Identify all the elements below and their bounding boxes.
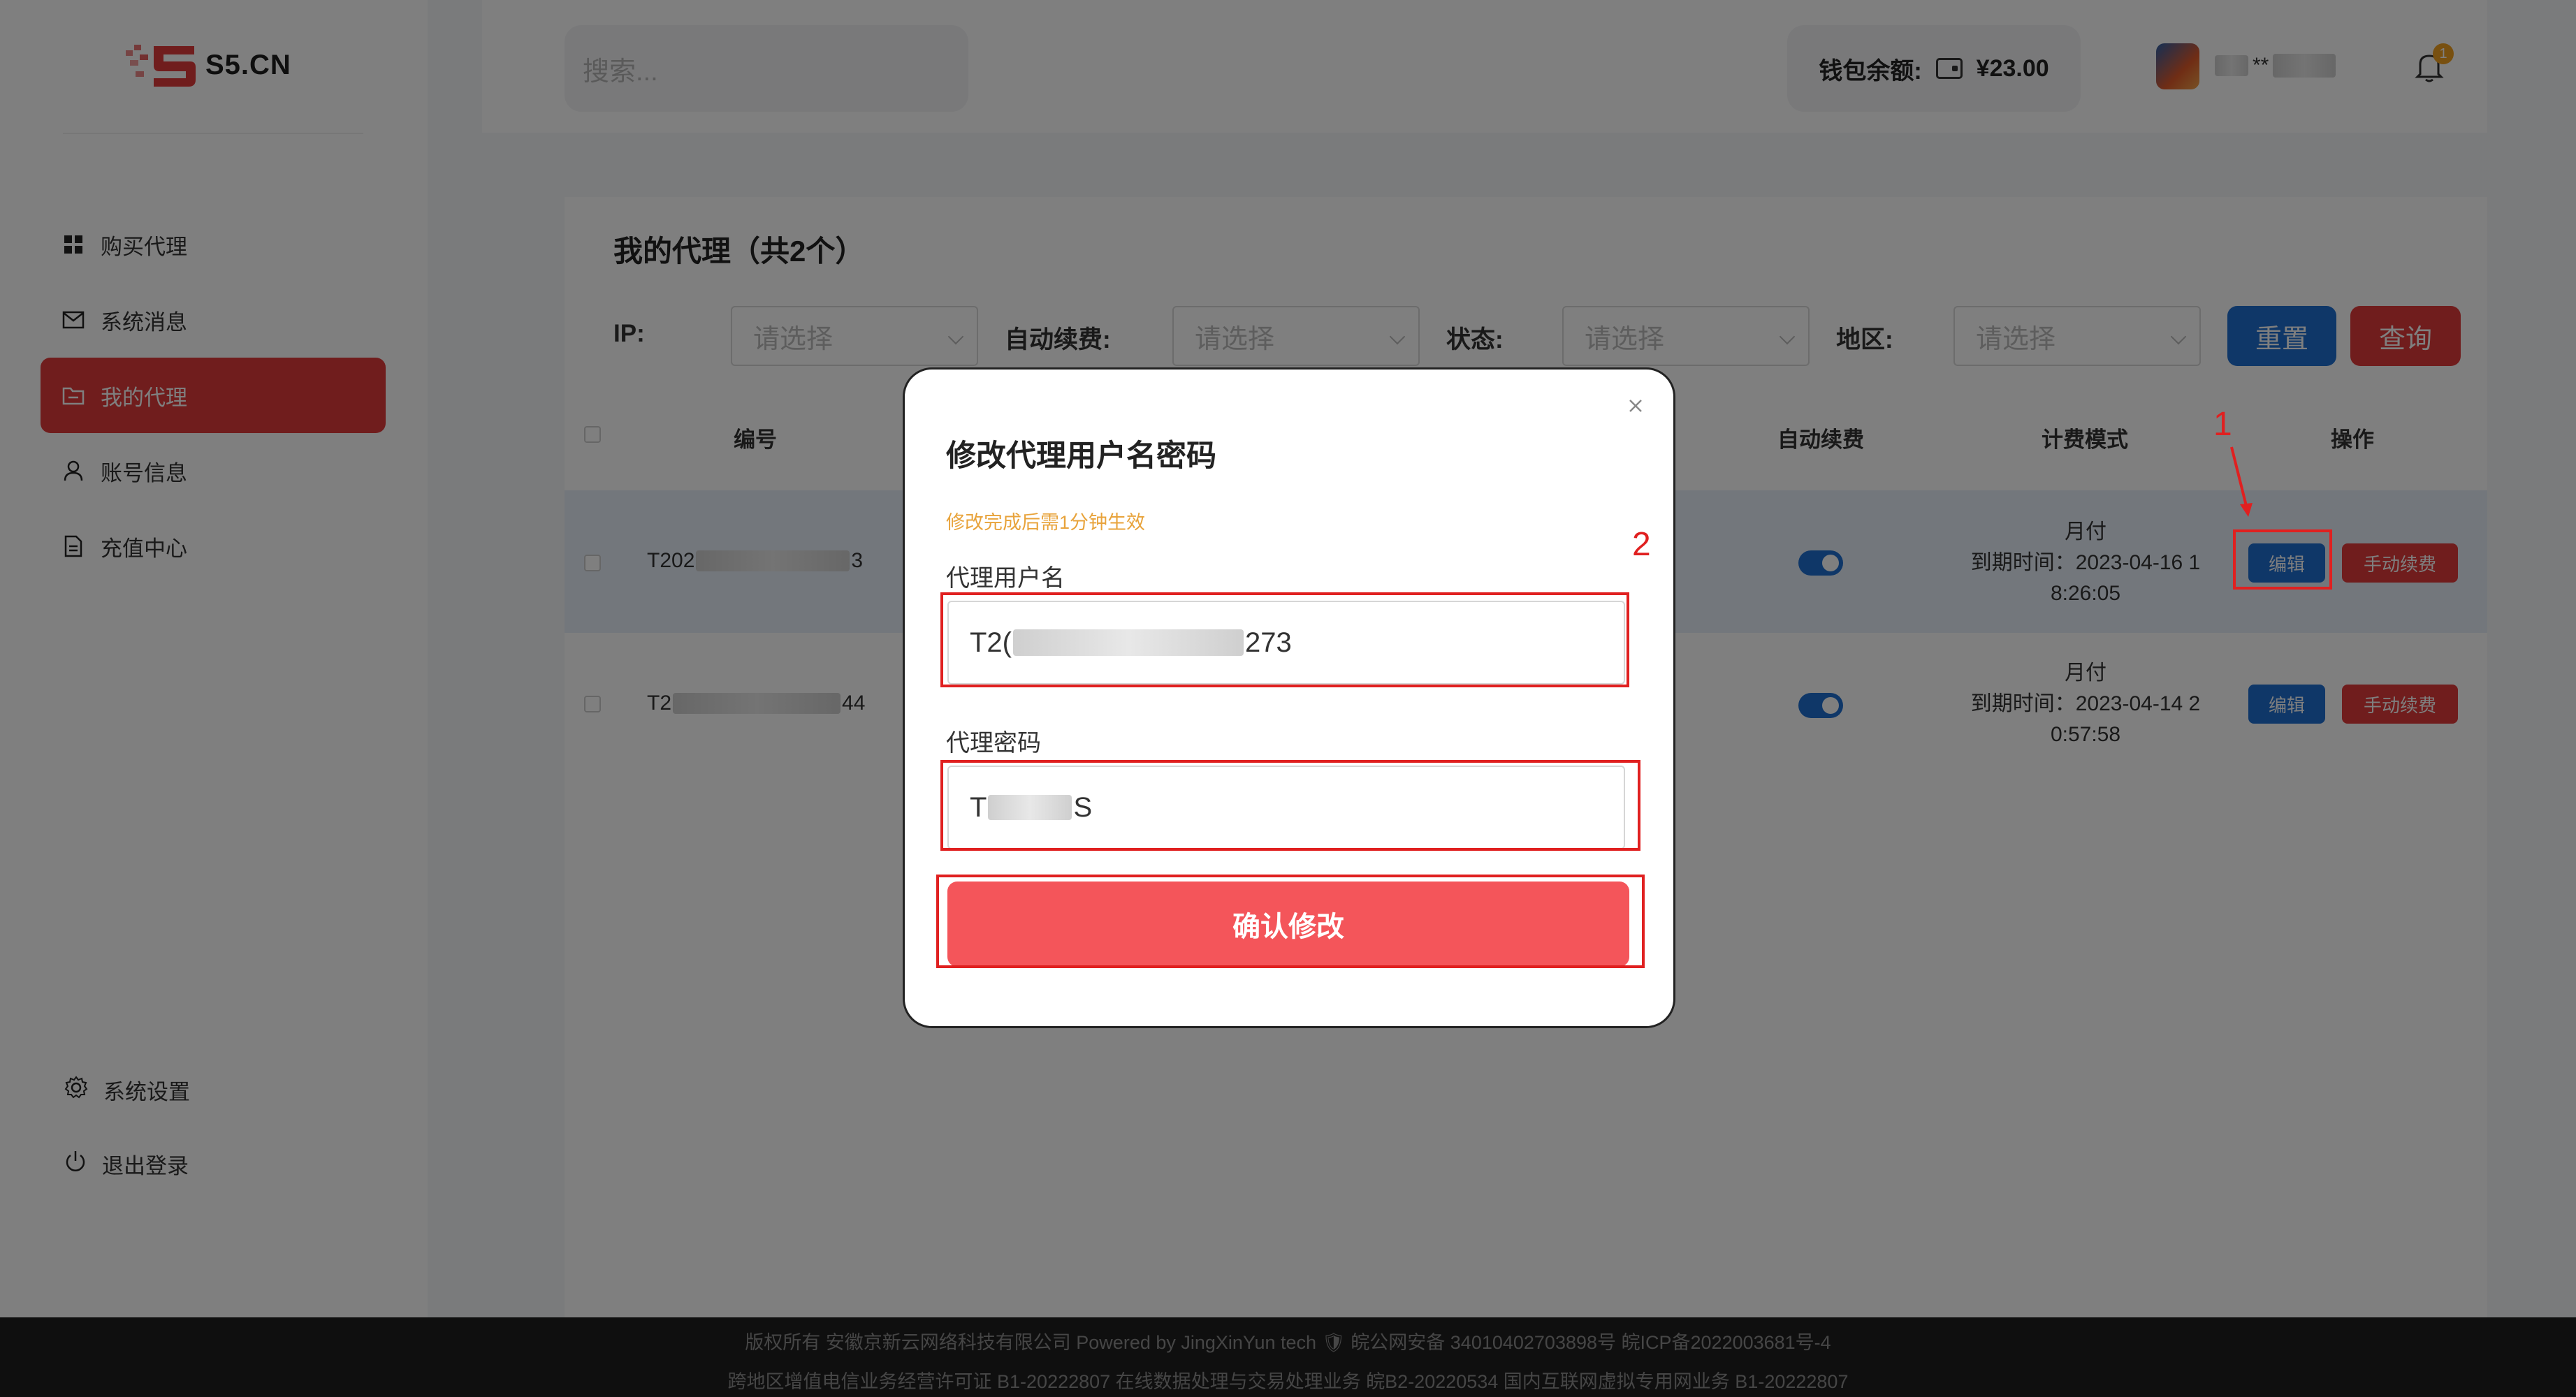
close-icon[interactable] — [1625, 395, 1646, 416]
annotation-box-password — [940, 760, 1640, 851]
username-label: 代理用户名 — [946, 565, 1065, 592]
annotation-box-edit — [2233, 529, 2332, 590]
annotation-arrow-icon — [2230, 446, 2253, 517]
modal-tip: 修改完成后需1分钟生效 — [946, 512, 1146, 533]
annotation-number-2: 2 — [1632, 526, 1651, 563]
modal-title: 修改代理用户名密码 — [946, 439, 1216, 473]
annotation-box-confirm — [936, 875, 1645, 968]
password-label: 代理密码 — [946, 730, 1041, 756]
annotation-number-1: 1 — [2213, 406, 2232, 443]
annotation-box-username — [940, 592, 1629, 687]
